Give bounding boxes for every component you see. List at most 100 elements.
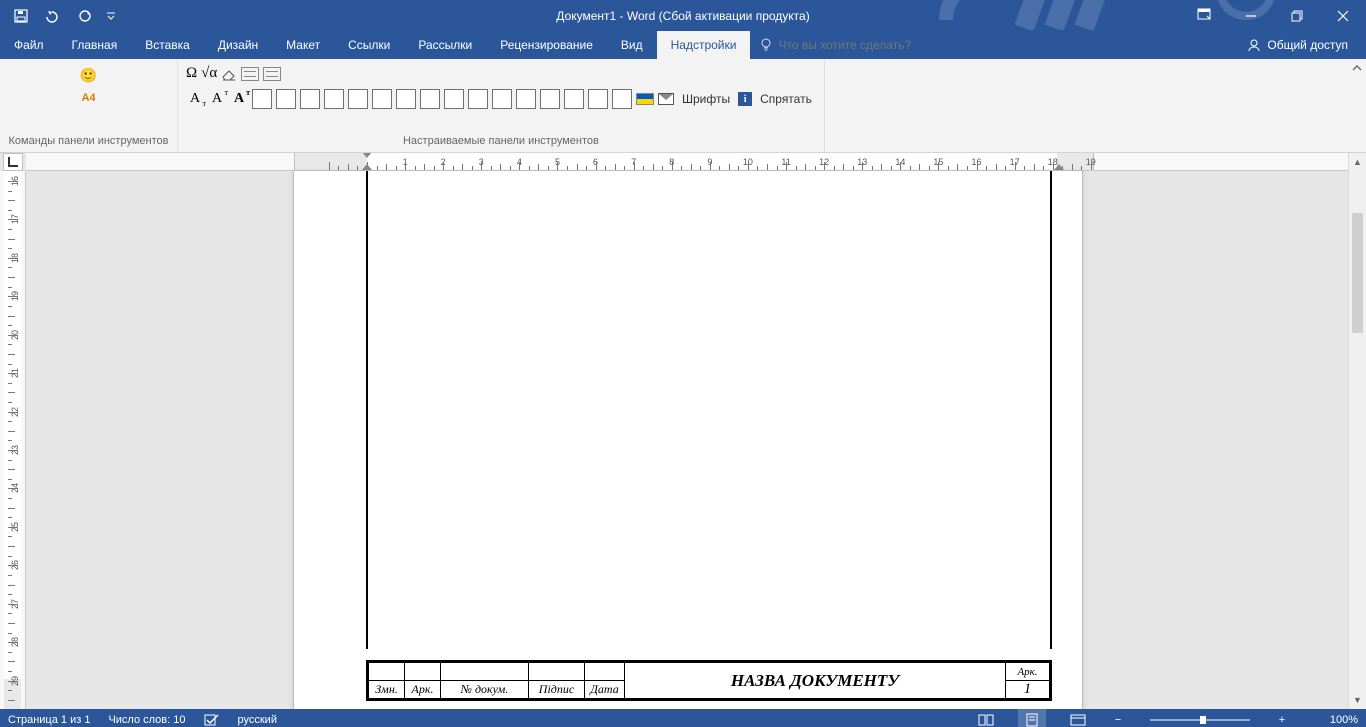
workspace: 12345678910111213141516171819 1617181920… — [0, 153, 1366, 709]
ribbon-tabs: Файл Главная Вставка Дизайн Макет Ссылки… — [0, 31, 1366, 59]
ribbon-group-custom-toolbars: Ω √α Aт Aт Aт — [178, 59, 825, 152]
tab-home[interactable]: Главная — [58, 31, 132, 59]
a4-button[interactable]: A4 — [81, 92, 95, 104]
indent-decrease-icon[interactable] — [241, 67, 259, 81]
restore-button[interactable] — [1274, 0, 1320, 31]
vertical-scrollbar[interactable]: ▲ ▼ — [1348, 153, 1366, 709]
lightbulb-icon — [760, 38, 772, 52]
scroll-down-button[interactable]: ▼ — [1349, 691, 1366, 709]
box-button-14[interactable] — [564, 89, 584, 109]
tab-mailings[interactable]: Рассылки — [404, 31, 486, 59]
zoom-out-button[interactable]: − — [1110, 714, 1126, 726]
title-block-col-zmn: Змн. — [369, 681, 405, 699]
tab-insert[interactable]: Вставка — [131, 31, 204, 59]
box-button-13[interactable] — [540, 89, 560, 109]
envelope-icon[interactable] — [658, 93, 674, 105]
frame-right-border — [1050, 171, 1052, 649]
title-block: НАЗВА ДОКУМЕНТУ Арк. 1 Змн. Арк. № докум… — [366, 660, 1052, 701]
tab-references[interactable]: Ссылки — [334, 31, 404, 59]
toolbar-row-2: Aт Aт Aт — [186, 88, 816, 110]
box-button-7[interactable] — [396, 89, 416, 109]
title-bar: Документ1 - Word (Сбой активации продукт… — [0, 0, 1366, 31]
sqrt-icon[interactable]: √α — [201, 65, 217, 82]
ribbon-group-toolbar-commands: 🙂 A4 Команды панели инструментов — [0, 59, 178, 152]
title-block-ark-label: Арк. — [1006, 663, 1050, 681]
fonts-button[interactable]: Шрифты — [678, 88, 734, 110]
box-button-10[interactable] — [468, 89, 488, 109]
ribbon: 🙂 A4 Команды панели инструментов Ω √α Aт… — [0, 59, 1366, 153]
group-label-toolbar-commands: Команды панели инструментов — [8, 134, 169, 152]
font-size-button[interactable]: Aт — [230, 91, 248, 107]
zoom-level[interactable]: 100% — [1308, 714, 1358, 726]
tab-selector-button[interactable] — [3, 153, 23, 171]
tab-review[interactable]: Рецензирование — [486, 31, 607, 59]
proofing-icon[interactable] — [204, 713, 220, 727]
eraser-icon[interactable] — [221, 67, 237, 81]
info-icon[interactable]: i — [738, 92, 752, 106]
box-button-1[interactable] — [252, 89, 272, 109]
document-page[interactable]: НАЗВА ДОКУМЕНТУ Арк. 1 Змн. Арк. № докум… — [294, 171, 1082, 709]
box-button-9[interactable] — [444, 89, 464, 109]
window-controls — [1186, 0, 1366, 31]
frame-left-border — [366, 171, 368, 649]
scroll-thumb[interactable] — [1352, 213, 1363, 333]
vertical-ruler[interactable]: 1617181920212223242526272829 — [0, 171, 26, 709]
tab-layout[interactable]: Макет — [272, 31, 334, 59]
collapse-ribbon-button[interactable] — [1348, 59, 1366, 152]
box-button-5[interactable] — [348, 89, 368, 109]
toolbar-row-1: Ω √α — [186, 65, 816, 82]
view-read-mode-button[interactable] — [972, 709, 1000, 727]
ribbon-display-options-button[interactable] — [1186, 0, 1222, 28]
minimize-button[interactable] — [1228, 0, 1274, 31]
status-bar: Страница 1 из 1 Число слов: 10 русский −… — [0, 709, 1366, 727]
box-button-4[interactable] — [324, 89, 344, 109]
zoom-slider[interactable] — [1150, 719, 1250, 721]
share-button[interactable]: Общий доступ — [1237, 31, 1358, 59]
group-label-custom-toolbars: Настраиваемые панели инструментов — [186, 134, 816, 152]
title-block-col-ark: Арк. — [405, 681, 441, 699]
view-print-layout-button[interactable] — [1018, 709, 1046, 727]
indent-increase-icon[interactable] — [263, 67, 281, 81]
box-button-15[interactable] — [588, 89, 608, 109]
box-button-16[interactable] — [612, 89, 632, 109]
save-button[interactable] — [6, 2, 36, 30]
view-web-layout-button[interactable] — [1064, 709, 1092, 727]
status-language[interactable]: русский — [238, 714, 277, 726]
window-title: Документ1 - Word (Сбой активации продукт… — [556, 9, 809, 23]
tab-file[interactable]: Файл — [0, 31, 58, 59]
box-button-11[interactable] — [492, 89, 512, 109]
tell-me-search[interactable] — [750, 31, 988, 59]
horizontal-ruler[interactable]: 12345678910111213141516171819 — [26, 153, 1348, 171]
title-block-col-sign: Підпис — [529, 681, 585, 699]
title-block-col-doc: № докум. — [441, 681, 529, 699]
redo-button[interactable] — [70, 2, 100, 30]
box-button-8[interactable] — [420, 89, 440, 109]
qat-customize-button[interactable] — [102, 2, 120, 30]
close-button[interactable] — [1320, 0, 1366, 31]
tab-addins[interactable]: Надстройки — [657, 31, 751, 59]
font-superscript-button[interactable]: Aт — [208, 91, 226, 107]
zoom-slider-thumb[interactable] — [1200, 716, 1206, 724]
title-block-page-number: 1 — [1006, 681, 1050, 699]
zoom-in-button[interactable]: + — [1274, 714, 1290, 726]
font-subscript-button[interactable]: Aт — [186, 91, 204, 107]
title-block-col-date: Дата — [585, 681, 625, 699]
omega-icon[interactable]: Ω — [186, 65, 197, 82]
hide-button[interactable]: Спрятать — [756, 88, 816, 110]
quick-access-toolbar — [0, 2, 120, 30]
tab-view[interactable]: Вид — [607, 31, 657, 59]
status-page[interactable]: Страница 1 из 1 — [8, 714, 90, 726]
box-button-6[interactable] — [372, 89, 392, 109]
undo-button[interactable] — [38, 2, 68, 30]
status-word-count[interactable]: Число слов: 10 — [108, 714, 185, 726]
tab-design[interactable]: Дизайн — [204, 31, 272, 59]
person-icon — [1247, 38, 1261, 52]
box-button-12[interactable] — [516, 89, 536, 109]
tell-me-input[interactable] — [778, 38, 978, 52]
flag-ukraine-icon[interactable] — [636, 93, 654, 105]
scroll-up-button[interactable]: ▲ — [1349, 153, 1366, 171]
box-button-2[interactable] — [276, 89, 296, 109]
box-button-3[interactable] — [300, 89, 320, 109]
share-label: Общий доступ — [1267, 38, 1348, 52]
smiley-icon[interactable]: 🙂 — [80, 67, 97, 84]
